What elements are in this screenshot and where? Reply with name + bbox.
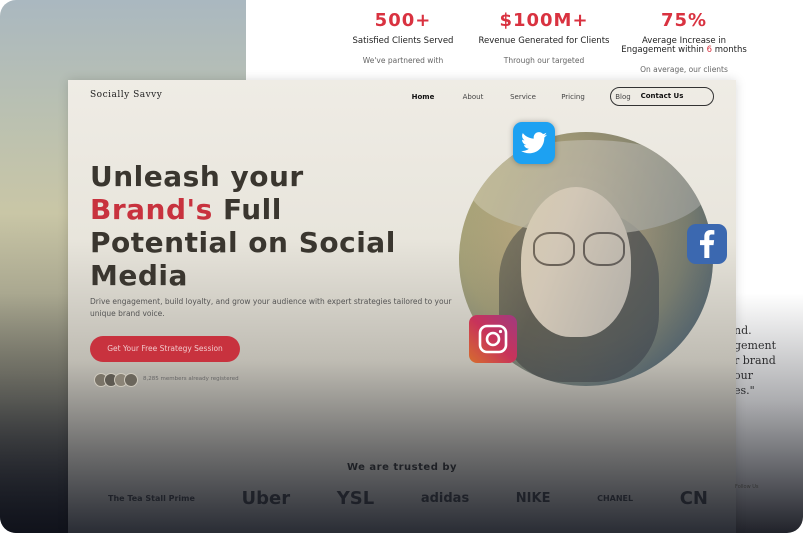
stat-revenue: $100M+ Revenue Generated for Clients Thr… — [474, 10, 614, 65]
brand-logo: adidas — [420, 491, 470, 506]
stat-label: Revenue Generated for Clients — [478, 36, 610, 46]
brand-logo: YSL — [336, 488, 375, 509]
follow-us-label: Follow Us — [735, 484, 759, 490]
hero-heading: Unleash your Brand's Full Potential on S… — [90, 160, 396, 292]
nav-home[interactable]: Home — [398, 93, 448, 101]
brand-logo: CN — [679, 488, 708, 509]
nav-pricing[interactable]: Pricing — [548, 93, 598, 101]
stat-engagement: 75% Average Increase in Engagement withi… — [614, 10, 754, 74]
avatar — [124, 373, 138, 387]
trusted-heading: We are trusted by — [346, 462, 458, 473]
landing-page-window: Socially Savvy Home About Service Pricin… — [68, 80, 736, 533]
stat-sub: We've partnered with — [362, 55, 444, 65]
brand-logo: Uber — [241, 488, 291, 509]
twitter-icon[interactable] — [513, 122, 555, 164]
screenshot-stage: 500+ Satisfied Clients Served We've part… — [0, 0, 803, 533]
brand-logos: The Tea Stall Prime Uber YSL adidas NIKE… — [108, 488, 708, 509]
brand-logo: CHANEL — [597, 494, 634, 503]
hero-description: Drive engagement, build loyalty, and gro… — [90, 297, 452, 318]
stat-number: 500+ — [374, 10, 432, 31]
member-avatars — [94, 373, 138, 387]
stat-number: 75% — [660, 10, 708, 31]
contact-button[interactable]: Contact Us — [610, 87, 714, 106]
social-proof-text: 8,285 members already registered — [143, 376, 239, 382]
stat-clients: 500+ Satisfied Clients Served We've part… — [333, 10, 473, 65]
brand-logo: NIKE — [515, 491, 551, 506]
strategy-session-button[interactable]: Get Your Free Strategy Session — [90, 336, 240, 362]
stat-number: $100M+ — [499, 10, 589, 31]
nav-service[interactable]: Service — [498, 93, 548, 101]
stat-label: Satisfied Clients Served — [352, 36, 454, 46]
nav-about[interactable]: About — [448, 93, 498, 101]
stat-label: Average Increase in Engagement within 6 … — [621, 36, 747, 55]
instagram-icon[interactable] — [469, 315, 517, 363]
stat-sub: On average, our clients — [640, 64, 728, 74]
brand-logo: The Tea Stall Prime — [108, 494, 195, 503]
testimonial-snippet: nd. gement r brand our es." — [734, 324, 776, 397]
facebook-icon[interactable] — [687, 224, 727, 264]
stat-sub: Through our targeted — [503, 55, 585, 65]
site-logo[interactable]: Socially Savvy — [90, 90, 162, 100]
